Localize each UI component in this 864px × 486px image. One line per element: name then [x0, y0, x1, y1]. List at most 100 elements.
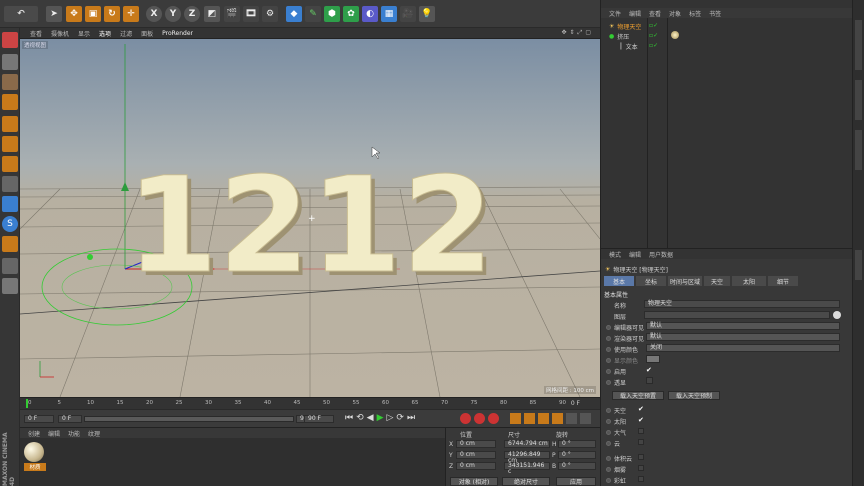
viewport-menu-filter[interactable]: 过滤: [120, 29, 132, 38]
spline-pen-icon[interactable]: ✎: [305, 6, 321, 22]
visibility-check-icon[interactable]: ▫✓: [649, 32, 658, 39]
coord-position-field[interactable]: 0 cm: [456, 451, 496, 459]
key-position-icon[interactable]: [510, 413, 521, 424]
3d-viewport[interactable]: 1212 1212 + 透视视图 网格间距 : 100 cm: [20, 39, 600, 397]
start-frame-field[interactable]: 0 F: [24, 415, 54, 423]
object-row-physical-sky[interactable]: ☀ 物理天空: [609, 21, 669, 31]
z-axis-icon[interactable]: Z: [184, 6, 200, 22]
object-row-extrude[interactable]: ● 挤压: [609, 31, 669, 41]
y-axis-icon[interactable]: Y: [165, 6, 181, 22]
frame-range-slider[interactable]: [84, 416, 294, 422]
viewport-menu-camera[interactable]: 摄像机: [51, 29, 69, 38]
autokey-icon[interactable]: [474, 413, 485, 424]
layer-field[interactable]: [644, 311, 830, 319]
key-param-icon[interactable]: [552, 413, 563, 424]
material-menu-edit[interactable]: 编辑: [48, 429, 60, 438]
material-menu-create[interactable]: 创建: [28, 429, 40, 438]
material-menu-texture[interactable]: 纹理: [88, 429, 100, 438]
go-start-icon[interactable]: ⏮: [345, 413, 353, 423]
timeline[interactable]: 0 5 10 15 20 25 30 35 40 45 50 55 60 65 70 75 80 85 90 0 F: [20, 397, 600, 409]
points-mode-icon[interactable]: [2, 116, 18, 132]
tweak-icon[interactable]: [2, 196, 18, 212]
dock-tab-attributes[interactable]: [855, 250, 862, 280]
dock-tab-objects[interactable]: [855, 20, 862, 70]
tab-basic[interactable]: 基本: [604, 276, 634, 286]
coord-size-field[interactable]: 6744.794 cm: [504, 440, 550, 448]
load-sky-preset-button[interactable]: 载入天空预置: [612, 391, 664, 400]
light-icon[interactable]: 💡: [419, 6, 435, 22]
keyframe-selection-icon[interactable]: [488, 413, 499, 424]
material-menu-function[interactable]: 功能: [68, 429, 80, 438]
render-picture-icon[interactable]: 🎞: [243, 6, 259, 22]
save-sky-preset-button[interactable]: 载入天空预制: [668, 391, 720, 400]
play-icon[interactable]: ▶: [377, 413, 384, 423]
x-axis-icon[interactable]: X: [146, 6, 162, 22]
go-end-icon[interactable]: ⏭: [407, 413, 415, 423]
render-view-icon[interactable]: 🎬: [224, 6, 240, 22]
layer-picker-icon[interactable]: [833, 311, 841, 319]
texture-mode-icon[interactable]: [2, 74, 18, 90]
sky-option-checkbox[interactable]: ✔: [638, 405, 644, 413]
visibility-check-icon[interactable]: ▫✓: [649, 22, 658, 29]
timeline-playhead[interactable]: [26, 399, 28, 408]
object-menu-view[interactable]: 查看: [649, 9, 661, 18]
lock-workplane-icon[interactable]: [2, 258, 18, 274]
attribute-menu-mode[interactable]: 模式: [609, 250, 621, 259]
coord-position-field[interactable]: 0 cm: [456, 462, 496, 470]
visibility-check-icon[interactable]: ▫✓: [649, 42, 658, 49]
coord-position-field[interactable]: 0 cm: [456, 440, 496, 448]
record-icon[interactable]: [460, 413, 471, 424]
preview-end-field[interactable]: 90 F: [304, 415, 334, 423]
object-menu-object[interactable]: 对象: [669, 9, 681, 18]
polygons-mode-icon[interactable]: [2, 156, 18, 172]
display-color-swatch[interactable]: [646, 355, 660, 363]
coord-size-dropdown[interactable]: 绝对尺寸: [502, 477, 550, 486]
deformer-icon[interactable]: ◐: [362, 6, 378, 22]
cube-icon[interactable]: ◆: [286, 6, 302, 22]
viewport-menu-panel[interactable]: 面板: [141, 29, 153, 38]
object-menu-edit[interactable]: 编辑: [629, 9, 641, 18]
viewport-menu-options[interactable]: 选项: [99, 29, 111, 38]
coord-apply-button[interactable]: 应用: [556, 477, 596, 486]
edges-mode-icon[interactable]: [2, 136, 18, 152]
add-object-icon[interactable]: ✛: [123, 6, 139, 22]
material-tag-icon[interactable]: [671, 31, 679, 39]
material-item[interactable]: 材质: [24, 442, 46, 471]
coord-size-field[interactable]: 41296.849 cm: [504, 451, 550, 464]
coord-rotation-field[interactable]: 0 °: [558, 462, 596, 470]
magnet-icon[interactable]: [2, 236, 18, 252]
make-editable-icon[interactable]: [2, 32, 18, 48]
rotate-icon[interactable]: ↻: [104, 6, 120, 22]
sky-option-checkbox[interactable]: [638, 454, 644, 460]
array-icon[interactable]: ✿: [343, 6, 359, 22]
viewport-menu-prorender[interactable]: ProRender: [162, 30, 193, 37]
axis-mode-icon[interactable]: [2, 176, 18, 192]
transparent-checkbox[interactable]: [646, 377, 653, 384]
timeline-menu-icon[interactable]: [580, 413, 591, 424]
enable-checkbox[interactable]: ✔: [646, 366, 652, 374]
next-key-icon[interactable]: ⟳: [396, 413, 404, 423]
sky-option-checkbox[interactable]: [638, 465, 644, 471]
coord-mode-dropdown[interactable]: 对象 (相对): [450, 477, 498, 486]
key-scale-icon[interactable]: [524, 413, 535, 424]
grid-icon[interactable]: [2, 278, 18, 294]
tab-sky[interactable]: 天空: [704, 276, 730, 286]
sky-option-checkbox[interactable]: [638, 428, 644, 434]
viewport-menu-view[interactable]: 查看: [30, 29, 42, 38]
key-rotation-icon[interactable]: [538, 413, 549, 424]
prev-key-icon[interactable]: ⟲: [356, 413, 364, 423]
use-color-dropdown[interactable]: 关闭: [646, 344, 840, 352]
undo-icon[interactable]: ↶: [4, 6, 38, 22]
next-frame-icon[interactable]: ▷: [387, 413, 394, 423]
sky-option-checkbox[interactable]: ✔: [638, 416, 644, 424]
render-vis-dropdown[interactable]: 默认: [646, 333, 840, 341]
tab-coord[interactable]: 坐标: [636, 276, 666, 286]
key-pla-icon[interactable]: [566, 413, 577, 424]
workplane-icon[interactable]: [2, 94, 18, 110]
dock-tab-content[interactable]: [855, 80, 862, 120]
prev-frame-icon[interactable]: ◀: [367, 413, 374, 423]
model-mode-icon[interactable]: [2, 54, 18, 70]
sky-option-checkbox[interactable]: [638, 476, 644, 482]
viewport-nav-icons[interactable]: ✥⇕⤢▢: [561, 29, 594, 37]
object-menu-file[interactable]: 文件: [609, 9, 621, 18]
